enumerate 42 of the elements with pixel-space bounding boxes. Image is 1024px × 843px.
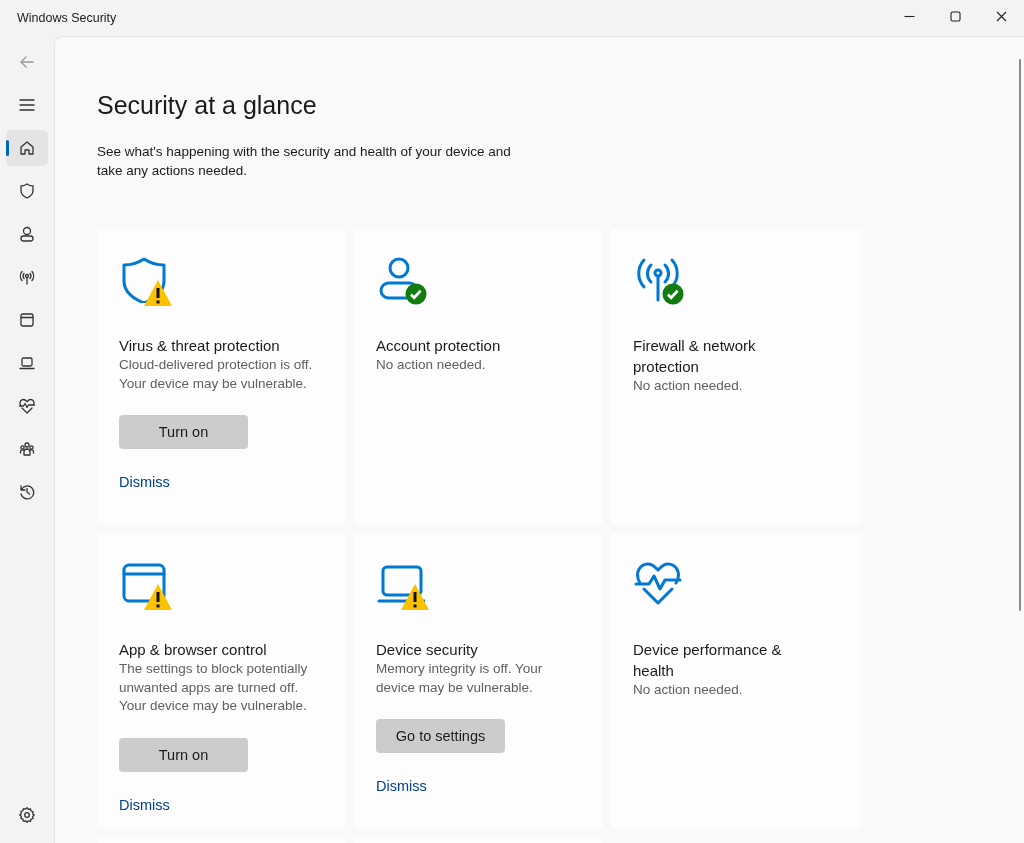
warning-icon (143, 583, 173, 611)
settings-icon (18, 806, 36, 824)
window-title: Windows Security (17, 11, 117, 25)
dismiss-link[interactable]: Dismiss (376, 778, 427, 794)
scrollbar[interactable] (1019, 59, 1021, 611)
action-button[interactable]: Turn on (119, 415, 248, 449)
history-icon (18, 483, 36, 501)
antenna-icon (18, 268, 36, 286)
card-description: No action needed. (376, 356, 486, 374)
card-title: Device performance & health (633, 640, 783, 681)
family-icon (18, 440, 36, 458)
warning-icon (143, 279, 173, 307)
close-icon (995, 10, 1007, 22)
action-button[interactable]: Go to settings (376, 719, 505, 753)
menu-icon (18, 96, 36, 114)
page-subtitle: See what's happening with the security and health of your device and take any actions needed. (97, 143, 512, 180)
page-title: Security at a glance (97, 91, 318, 120)
maximize-icon (949, 10, 961, 22)
card-description: No action needed. (633, 377, 743, 395)
dismiss-link[interactable]: Dismiss (119, 474, 170, 490)
shield-icon (18, 182, 36, 200)
card-description: No action needed. (633, 681, 743, 699)
person-icon (18, 225, 36, 243)
heart-icon (18, 397, 36, 415)
card-description: Memory integrity is off. Your device may be vulnerable. (376, 660, 544, 697)
card-title: Account protection (376, 336, 501, 356)
card-title: App & browser control (119, 640, 267, 660)
action-button[interactable]: Turn on (119, 737, 248, 772)
card-title: Device security (376, 640, 478, 660)
shield-icon (120, 255, 168, 303)
checkmark-icon (405, 283, 427, 305)
card-title: Virus & threat protection (119, 336, 280, 356)
laptop-icon (18, 354, 36, 372)
card-description: Cloud-delivered protection is off. Your device may be vulnerable. (119, 356, 314, 393)
card-title: Firewall & network protection (633, 336, 757, 377)
home-icon (18, 139, 36, 157)
window-icon (18, 311, 36, 329)
warning-icon (400, 583, 430, 611)
nav-item[interactable] (6, 130, 48, 166)
checkmark-icon (662, 283, 684, 305)
dismiss-link[interactable]: Dismiss (119, 796, 170, 813)
card-description: The settings to block potentially unwanted apps are turned off. Your device may be vulnerable. (119, 660, 309, 715)
